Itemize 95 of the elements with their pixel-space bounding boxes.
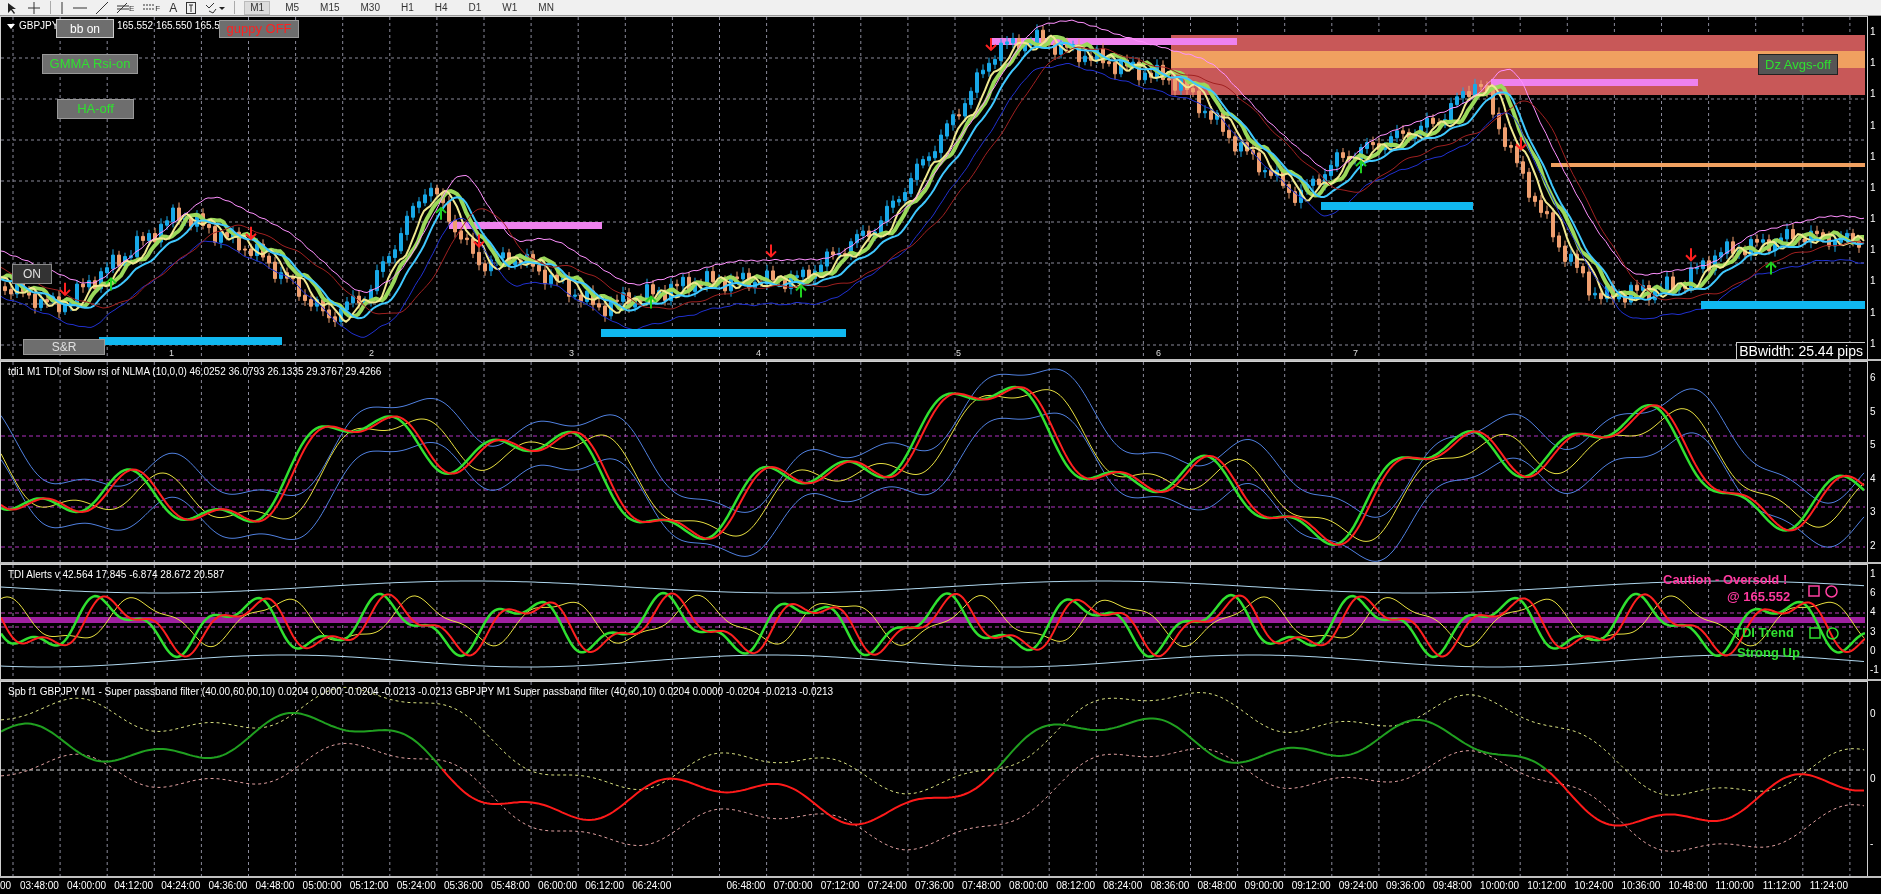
time-axis-label: 05:12:00 <box>349 880 389 891</box>
timeframe-button[interactable]: H4 <box>428 0 454 15</box>
time-axis-label: 03:48:00 <box>20 880 59 891</box>
time-axis-label: 04:36:00 <box>208 880 248 891</box>
time-axis-label: 06:48:00 <box>726 880 766 891</box>
text-tool[interactable]: A <box>169 0 178 15</box>
time-axis-label: 05:00:00 <box>302 880 342 891</box>
indicator-title: TDI Alerts v 42.564 17.845 -6.874 28.672 20.587 <box>8 569 225 580</box>
time-axis-label: 10:36:00 <box>1621 880 1661 891</box>
price-axis-label: 1 <box>1870 306 1877 318</box>
time-axis-label: 08:48:00 <box>1197 880 1237 891</box>
day-marker: 1 <box>169 348 174 358</box>
time-axis-label: 04:48:00 <box>255 880 295 891</box>
symbol-label: GBPJPY <box>19 20 59 31</box>
time-axis-label: 05:24:00 <box>396 880 436 891</box>
alert-price: @ 165.552 <box>1727 589 1791 604</box>
day-marker: 6 <box>1156 348 1161 358</box>
fibonacci-tool[interactable]: E <box>117 2 135 13</box>
time-axis-label: 06:12:00 <box>585 880 625 891</box>
time-axis-label: 10:48:00 <box>1668 880 1708 891</box>
time-axis-label: 10:12:00 <box>1527 880 1567 891</box>
time-axis-label: 07:24:00 <box>867 880 907 891</box>
time-axis-label: 09:36:00 <box>1385 880 1425 891</box>
time-axis-label: 08:36:00 <box>1150 880 1190 891</box>
price-axis-label: 1 <box>1870 181 1877 193</box>
indicator-axis-label: 2 <box>1870 539 1877 551</box>
indicator-axis-label: -1 <box>1870 663 1880 675</box>
fibonacci-fan-tool[interactable]: F <box>143 2 161 13</box>
timeframe-button[interactable]: MN <box>532 0 560 15</box>
price-axis-label: 1 <box>1870 244 1877 256</box>
time-axis-label: 07:00:00 <box>773 880 813 891</box>
day-marker: 4 <box>756 348 761 358</box>
indicator-axis-label: - <box>1870 838 1875 849</box>
time-axis-label: 05:48:00 <box>491 880 530 891</box>
time-axis-label: 09:48:00 <box>1433 880 1472 891</box>
indicator-axis-label: 6 <box>1870 587 1877 599</box>
indicator-axis-label: 3 <box>1870 506 1877 518</box>
day-marker: 2 <box>369 348 374 358</box>
time-axis-label: 04:24:00 <box>161 880 201 891</box>
indicator-axis-label: 3 <box>1870 625 1877 637</box>
bb-width-readout: BBwidth: 25.44 pips <box>1736 342 1865 359</box>
time-axis-label: 04:00:00 <box>67 880 107 891</box>
day-marker: 5 <box>956 348 961 358</box>
price-axis-label: 1 <box>1870 26 1877 38</box>
indicator-axis-label: 1 <box>1870 568 1877 580</box>
price-axis-label: 1 <box>1870 275 1877 287</box>
time-axis-label: 11:24:00 <box>1809 880 1848 891</box>
time-axis-label: 11:12:00 <box>1762 880 1801 891</box>
time-axis-label: 09:12:00 <box>1291 880 1331 891</box>
time-axis-label: 10:24:00 <box>1574 880 1614 891</box>
indicator-title: Spb f1 GBPJPY M1 - Super passband filter (40.00,60.00,10) 0.0204 0.0000 -0.0204 -0.0213 -0.0213 GBPJPY M1 Super passband filter (40,60,10) 0.0204 0.0000 -0.0204 -0.0213 -0.0213 <box>8 686 834 697</box>
indicator-axis-label: 6 <box>1870 372 1877 384</box>
indicator-axis-label: 0 <box>1870 708 1877 719</box>
timeframe-button[interactable]: M5 <box>279 0 306 15</box>
time-axis-label: 10:00:00 <box>1480 880 1520 891</box>
time-axis-label: 07:36:00 <box>914 880 954 891</box>
timeframe-button[interactable]: M30 <box>354 0 386 15</box>
price-quote: 165.552 165.550 165.5 <box>117 20 220 31</box>
indicator-axis-label: 4 <box>1870 472 1877 484</box>
timeframe-button[interactable]: M15 <box>314 0 346 15</box>
chart-toggle-button[interactable]: ON <box>12 264 52 284</box>
time-axis-label: 08:24:00 <box>1103 880 1143 891</box>
timeframe-button[interactable]: D1 <box>462 0 488 15</box>
indicator-axis-label: 5 <box>1870 439 1877 451</box>
time-axis-label: 05:36:00 <box>443 880 483 891</box>
time-axis-label: 06:00:00 <box>538 880 578 891</box>
price-axis-label: 1 <box>1870 119 1877 131</box>
indicator-axis-label: 0 <box>1870 773 1877 784</box>
time-axis-label: 07:48:00 <box>962 880 1001 891</box>
price-axis-label: 1 <box>1870 88 1877 100</box>
time-axis-label: 09:24:00 <box>1338 880 1378 891</box>
time-axis-label: 08:12:00 <box>1056 880 1096 891</box>
chart-toggle-button[interactable]: bb on <box>56 19 114 38</box>
time-axis-label: 00 <box>0 880 12 891</box>
price-axis-label: 1 <box>1870 337 1877 349</box>
indicator-title: tdi1 M1 TDI of Slow rsi of NLMA (10,0,0) 46.0252 36.0793 26.1335 29.3767 29.4266 <box>8 366 382 377</box>
day-marker: 7 <box>1353 348 1358 358</box>
indicator-axis-label: 4 <box>1870 606 1877 618</box>
chart-toggle-button[interactable]: S&R <box>23 339 105 355</box>
timeframe-button[interactable]: W1 <box>496 0 524 15</box>
indicator-axis-label: 0 <box>1870 644 1877 656</box>
day-marker: 3 <box>569 348 574 358</box>
time-axis-label: 09:00:00 <box>1244 880 1284 891</box>
time-axis-label: 08:00:00 <box>1009 880 1049 891</box>
indicator-axis-label: 5 <box>1870 405 1877 417</box>
timeframe-button[interactable]: H1 <box>394 0 420 15</box>
time-axis-label: 04:12:00 <box>114 880 154 891</box>
time-axis-label: 11:00:00 <box>1715 880 1754 891</box>
price-axis-label: 1 <box>1870 213 1877 225</box>
timeframe-button[interactable]: M1 <box>244 0 271 15</box>
chart-toggle-button[interactable]: Dz Avgs-off <box>1758 54 1838 75</box>
time-axis-label: 06:24:00 <box>632 880 672 891</box>
price-axis-label: 1 <box>1870 57 1877 69</box>
price-axis-label: 1 <box>1870 150 1877 162</box>
time-axis-label: 07:12:00 <box>820 880 860 891</box>
